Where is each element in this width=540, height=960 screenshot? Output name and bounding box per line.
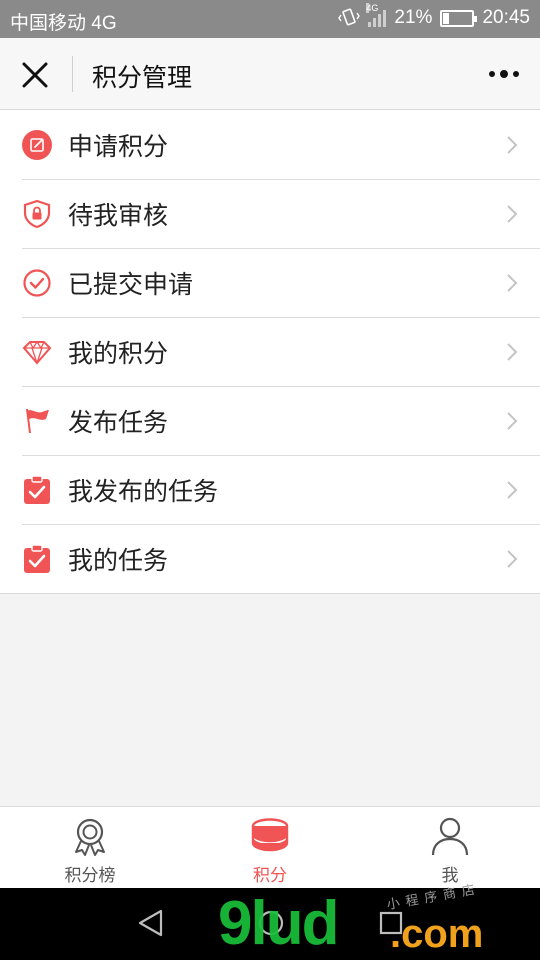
tab-leaderboard[interactable]: 积分榜 (0, 807, 180, 888)
network-badge: 4G (366, 3, 379, 13)
menu-item-my-points[interactable]: 我的积分 (0, 317, 540, 386)
recents-icon[interactable] (376, 908, 406, 938)
coins-icon (251, 818, 289, 852)
diamond-icon (22, 340, 52, 365)
clipboard-check-icon (24, 543, 50, 573)
menu-item-label: 我的积分 (68, 338, 169, 368)
check-circle-icon (23, 268, 51, 297)
menu-item-label: 我的任务 (68, 545, 169, 575)
menu-item-submitted-applications[interactable]: 已提交申请 (0, 248, 540, 317)
chevron-right-icon (507, 342, 518, 361)
back-icon[interactable] (136, 908, 166, 938)
menu-item-publish-task[interactable]: 发布任务 (0, 386, 540, 455)
clipboard-check-icon (24, 474, 50, 504)
chevron-right-icon (507, 204, 518, 223)
menu-item-pending-review[interactable]: 待我审核 (0, 179, 540, 248)
battery-percent: 21% (394, 7, 433, 28)
tab-label: 我 (441, 866, 459, 886)
tab-label: 积分 (253, 866, 287, 886)
carrier-label: 中国移动 4G (10, 13, 117, 34)
menu-item-my-tasks[interactable]: 我的任务 (0, 524, 540, 593)
menu-item-my-published-tasks[interactable]: 我发布的任务 (0, 455, 540, 524)
chevron-right-icon (507, 549, 518, 568)
menu-item-label: 发布任务 (68, 407, 169, 437)
user-icon (431, 817, 469, 856)
tab-me[interactable]: 我 (360, 807, 540, 888)
system-nav-bar (0, 888, 540, 960)
battery-fill (443, 12, 450, 24)
menu-item-label: 待我审核 (68, 200, 169, 230)
header-divider (72, 56, 73, 92)
tab-points[interactable]: 积分 (180, 807, 360, 888)
menu-item-label: 已提交申请 (68, 269, 194, 299)
vibrate-icon (338, 8, 361, 26)
menu-item-label: 申请积分 (68, 131, 169, 161)
home-icon[interactable] (256, 908, 286, 938)
app-header: 积分管理 (0, 38, 540, 110)
flag-icon (26, 408, 49, 433)
menu-item-label: 我发布的任务 (68, 476, 219, 506)
menu-list: 申请积分 待我审核 已提交申请 我的积分 发布任务 我发布的任务 我的任务 (0, 110, 540, 594)
page-title: 积分管理 (92, 63, 193, 92)
chevron-right-icon (507, 480, 518, 499)
status-icons: 4G 21% 20:45 (338, 3, 530, 29)
menu-item-apply-points[interactable]: 申请积分 (0, 110, 540, 179)
status-bar: 中国移动 4G 4G 21% 20:45 (0, 0, 540, 38)
edit-icon (22, 129, 52, 160)
shield-lock-icon (23, 199, 51, 228)
chevron-right-icon (507, 273, 518, 292)
chevron-right-icon (507, 411, 518, 430)
battery-icon (440, 9, 478, 27)
more-dots-icon[interactable] (488, 64, 520, 84)
close-icon[interactable] (18, 58, 52, 92)
award-icon (75, 818, 105, 856)
signal-icon: 4G (366, 3, 387, 27)
tab-bar: 积分榜 积分 我 (0, 806, 540, 888)
chevron-right-icon (507, 135, 518, 154)
tab-label: 积分榜 (64, 866, 116, 886)
clock: 20:45 (482, 7, 530, 28)
